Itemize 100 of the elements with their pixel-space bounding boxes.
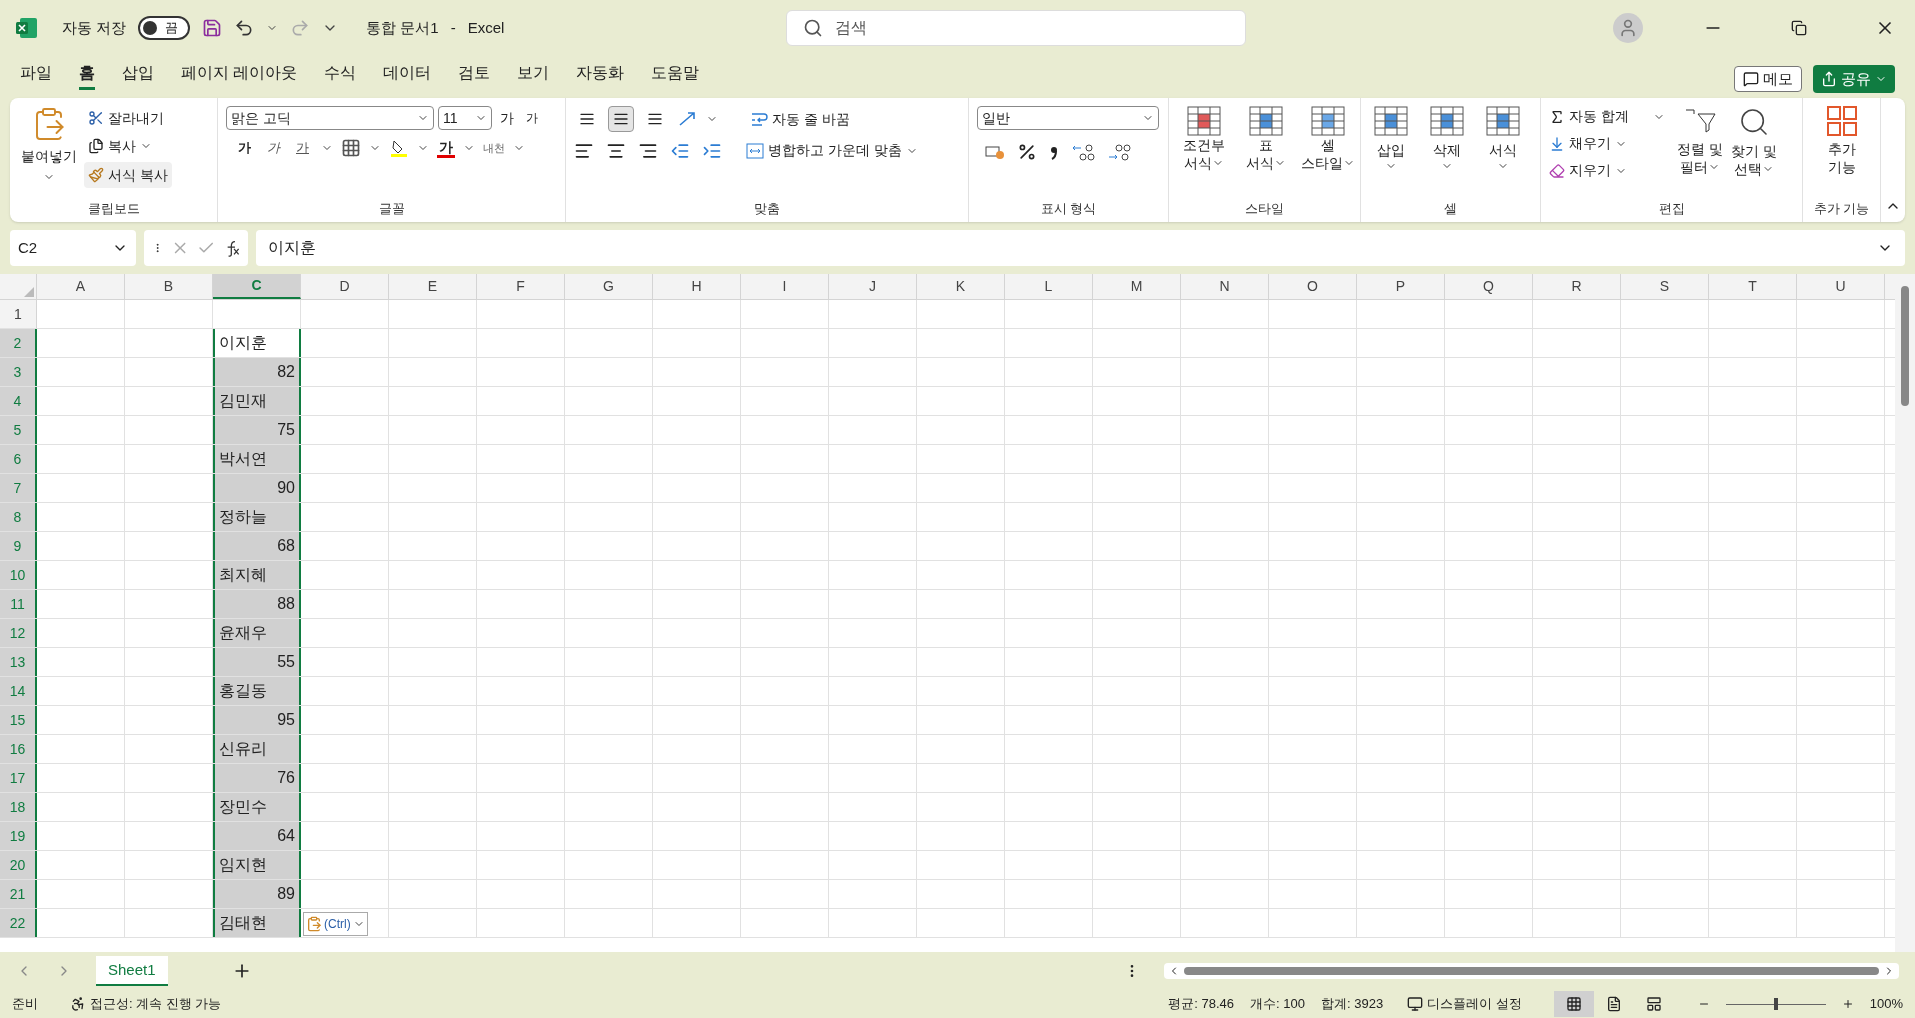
sort-filter-button[interactable]: 정렬 및 필터 xyxy=(1676,106,1723,199)
row-header[interactable]: 18 xyxy=(0,793,37,821)
row-header[interactable]: 9 xyxy=(0,532,37,560)
column-header[interactable]: A xyxy=(37,274,125,299)
cut-button[interactable]: 잘라내기 xyxy=(84,106,172,130)
column-header[interactable]: L xyxy=(1005,274,1093,299)
row-header[interactable]: 2 xyxy=(0,329,37,357)
ribbon-tab[interactable]: 보기 xyxy=(517,61,550,90)
row-header[interactable]: 1 xyxy=(0,300,37,328)
scrollbar-thumb[interactable] xyxy=(1901,286,1909,406)
wrap-text-button[interactable]: 자동 줄 바꿈 xyxy=(750,108,850,130)
shrink-font-button[interactable]: 가 xyxy=(522,109,542,127)
row-header[interactable]: 15 xyxy=(0,706,37,734)
avatar[interactable] xyxy=(1613,13,1643,43)
style-button[interactable]: 셀 스타일 xyxy=(1301,106,1355,199)
row-header[interactable]: 5 xyxy=(0,416,37,444)
row-header[interactable]: 8 xyxy=(0,503,37,531)
font-color-button[interactable]: 가 xyxy=(437,138,455,158)
column-header[interactable]: T xyxy=(1709,274,1797,299)
ribbon-tab[interactable]: 도움말 xyxy=(651,61,700,90)
column-header[interactable]: I xyxy=(741,274,829,299)
row-header[interactable]: 12 xyxy=(0,619,37,647)
search-input[interactable]: 검색 xyxy=(835,16,1230,40)
column-header[interactable]: J xyxy=(829,274,917,299)
ribbon-tab[interactable]: 검토 xyxy=(458,61,491,90)
column-header[interactable]: O xyxy=(1269,274,1357,299)
decrease-decimal-icon[interactable] xyxy=(1107,142,1131,162)
italic-button[interactable]: 가 xyxy=(263,138,284,158)
addins-button[interactable]: 추가 기능 xyxy=(1811,106,1872,199)
column-header[interactable]: C xyxy=(213,274,301,299)
zoom-slider[interactable] xyxy=(1725,998,1826,1010)
sheet-tab[interactable]: Sheet1 xyxy=(96,956,168,986)
border-icon[interactable] xyxy=(341,138,361,158)
font-name-dropdown[interactable]: 맑은 고딕 xyxy=(226,106,434,130)
grow-font-button[interactable]: 가 xyxy=(496,107,518,129)
column-header[interactable]: E xyxy=(389,274,477,299)
ribbon-tab[interactable]: 삽입 xyxy=(122,61,154,90)
cells-button[interactable]: 삽입 xyxy=(1369,106,1413,199)
column-header[interactable]: H xyxy=(653,274,741,299)
increase-decimal-icon[interactable] xyxy=(1071,142,1095,162)
ribbon-tab[interactable]: 페이지 레이아웃 xyxy=(181,61,298,90)
copy-button[interactable]: 복사 xyxy=(84,134,172,158)
column-header[interactable]: P xyxy=(1357,274,1445,299)
display-settings-button[interactable]: 디스플레이 설정 xyxy=(1407,994,1522,1014)
column-header[interactable]: F xyxy=(477,274,565,299)
accessibility-status[interactable]: 접근성: 계속 진행 가능 xyxy=(90,994,222,1014)
zoom-in-icon[interactable] xyxy=(1841,998,1854,1010)
row-header[interactable]: 7 xyxy=(0,474,37,502)
zoom-thumb[interactable] xyxy=(1773,998,1778,1010)
restore-icon[interactable] xyxy=(1791,20,1807,36)
column-header[interactable]: Q xyxy=(1445,274,1533,299)
find-select-button[interactable]: 찾기 및 선택 xyxy=(1730,106,1777,199)
vertical-align-button[interactable] xyxy=(608,106,634,132)
row-header[interactable]: 13 xyxy=(0,648,37,676)
column-header[interactable]: K xyxy=(917,274,1005,299)
view-button[interactable] xyxy=(1553,991,1594,1017)
column-header[interactable]: N xyxy=(1181,274,1269,299)
row-header[interactable]: 16 xyxy=(0,735,37,763)
underline-button[interactable]: 가 xyxy=(292,138,313,158)
merge-center-button[interactable]: 병합하고 가운데 맞춤 xyxy=(746,140,918,161)
column-header[interactable]: M xyxy=(1093,274,1181,299)
row-header[interactable]: 19 xyxy=(0,822,37,850)
percent-icon[interactable] xyxy=(1017,142,1037,162)
memo-button[interactable]: 메모 xyxy=(1734,66,1802,92)
row-header[interactable]: 6 xyxy=(0,445,37,473)
fill-button[interactable]: 채우기 xyxy=(1549,133,1665,154)
ribbon-tab[interactable]: 홈 xyxy=(79,61,95,90)
row-header[interactable]: 22 xyxy=(0,909,37,937)
style-button[interactable]: 조건부 서식 xyxy=(1177,106,1231,199)
paste-options-button[interactable]: (Ctrl) xyxy=(303,912,368,936)
formula-field[interactable]: 이지훈 xyxy=(256,230,1905,266)
cells-button[interactable]: 삭제 xyxy=(1425,106,1469,199)
search-field[interactable]: 검색 xyxy=(786,10,1247,46)
paste-button[interactable]: 붙여넣기 xyxy=(18,106,80,199)
column-header[interactable]: R xyxy=(1533,274,1621,299)
column-header[interactable]: G xyxy=(565,274,653,299)
currency-icon[interactable] xyxy=(985,144,1005,160)
phonetic-button[interactable]: 내천 xyxy=(483,142,505,154)
name-box[interactable]: C2 xyxy=(10,230,136,266)
ribbon-tab[interactable]: 수식 xyxy=(324,61,357,90)
bold-button[interactable]: 가 xyxy=(234,138,255,158)
column-header[interactable]: D xyxy=(301,274,389,299)
zoom-level[interactable]: 100% xyxy=(1869,994,1903,1014)
column-header[interactable]: S xyxy=(1621,274,1709,299)
cells-button[interactable]: 서식 xyxy=(1481,106,1525,199)
format-painter-button[interactable]: 서식 복사 xyxy=(84,162,172,188)
ribbon-tab[interactable]: 데이터 xyxy=(383,61,432,90)
row-header[interactable]: 20 xyxy=(0,851,37,879)
column-header[interactable]: U xyxy=(1797,274,1885,299)
autosave-toggle[interactable]: 끔 xyxy=(138,16,191,40)
row-header[interactable]: 4 xyxy=(0,387,37,415)
style-button[interactable]: 표 서식 xyxy=(1239,106,1293,199)
font-size-dropdown[interactable]: 11 xyxy=(438,106,492,130)
row-header[interactable]: 21 xyxy=(0,880,37,908)
ribbon-tab[interactable]: 파일 xyxy=(20,61,52,90)
ribbon-tab[interactable]: 자동화 xyxy=(576,61,625,90)
row-header[interactable]: 3 xyxy=(0,358,37,386)
number-format-dropdown[interactable]: 일반 xyxy=(977,106,1159,130)
fill-color-icon[interactable] xyxy=(389,138,409,158)
clear-button[interactable]: 지우기 xyxy=(1549,160,1665,181)
